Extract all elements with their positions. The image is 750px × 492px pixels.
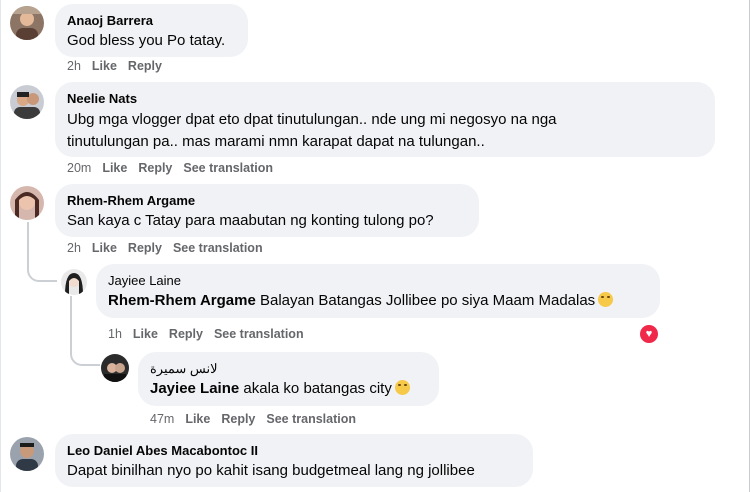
like-button[interactable]: Like: [185, 412, 210, 426]
comment-bubble: Anaoj Barrera God bless you Po tatay.: [55, 4, 248, 57]
avatar-rhem-rhem-argame[interactable]: [10, 186, 44, 220]
avatar-jayiee-laine[interactable]: [61, 269, 87, 295]
reply-bubble: لانس سميرة Jayiee Laine akala ko batanga…: [138, 352, 439, 406]
reply-button[interactable]: Reply: [128, 59, 162, 73]
comment-time[interactable]: 47m: [150, 412, 174, 426]
mention-link[interactable]: Jayiee Laine: [150, 380, 239, 397]
comment-bubble: Neelie Nats Ubg mga vlogger dpat eto dpa…: [55, 82, 715, 157]
mention-link[interactable]: Rhem-Rhem Argame: [108, 292, 256, 309]
comment-author[interactable]: Leo Daniel Abes Macabontoc II: [67, 442, 521, 459]
comment-time[interactable]: 1h: [108, 327, 122, 341]
comment-author[interactable]: Anaoj Barrera: [67, 12, 236, 29]
comment-time[interactable]: 20m: [67, 161, 91, 175]
avatar-leo-daniel[interactable]: [10, 437, 44, 471]
reply-button[interactable]: Reply: [169, 327, 203, 341]
heart-reaction-icon[interactable]: ♥: [640, 325, 658, 343]
smile-emoji-icon: [598, 292, 614, 307]
comment-text-body: akala ko batangas city: [239, 380, 392, 397]
see-translation-link[interactable]: See translation: [266, 412, 356, 426]
comment-author[interactable]: Neelie Nats: [67, 90, 703, 107]
see-translation-link[interactable]: See translation: [183, 161, 273, 175]
comment-text: Dapat binilhan nyo po kahit isang budget…: [67, 462, 475, 479]
avatar-anaoj-barrera[interactable]: [10, 6, 44, 40]
comment-time[interactable]: 2h: [67, 241, 81, 255]
comment-actions: 47m Like Reply See translation: [150, 412, 367, 426]
reply-bubble: Jayiee Laine Rhem-Rhem Argame Balayan Ba…: [96, 264, 660, 318]
comment-text-line: tinutulungan pa.. mas marami nmn karapat…: [67, 133, 485, 150]
like-button[interactable]: Like: [92, 241, 117, 255]
comment-text-body: Balayan Batangas Jollibee po siya Maam M…: [255, 292, 596, 309]
reply-button[interactable]: Reply: [138, 161, 172, 175]
avatar-neelie-nats[interactable]: [10, 85, 44, 119]
comment-text: San kaya c Tatay para maabutan ng kontin…: [67, 212, 434, 229]
comment-text: God bless you Po tatay.: [67, 32, 226, 49]
reply-thread-line: [27, 222, 57, 282]
comment-time[interactable]: 2h: [67, 59, 81, 73]
comment-bubble: Leo Daniel Abes Macabontoc II Dapat bini…: [55, 434, 533, 487]
comment-bubble: Rhem-Rhem Argame San kaya c Tatay para m…: [55, 184, 479, 237]
like-button[interactable]: Like: [92, 59, 117, 73]
comment-actions: 1h Like Reply See translation: [108, 327, 315, 341]
see-translation-link[interactable]: See translation: [173, 241, 263, 255]
avatar-lance-samira[interactable]: [101, 354, 129, 382]
comment-text-line: Ubg mga vlogger dpat eto dpat tinutulung…: [67, 111, 557, 128]
comment-author[interactable]: لانس سميرة: [150, 360, 427, 377]
comment-author[interactable]: Jayiee Laine: [108, 272, 648, 289]
sad-emoji-icon: [394, 380, 410, 395]
reply-button[interactable]: Reply: [221, 412, 255, 426]
like-button[interactable]: Like: [133, 327, 158, 341]
comments-panel: Anaoj Barrera God bless you Po tatay. 2h…: [0, 0, 750, 492]
comment-author[interactable]: Rhem-Rhem Argame: [67, 192, 467, 209]
reply-thread-line: [70, 296, 100, 366]
comment-text: Rhem-Rhem Argame Balayan Batangas Jollib…: [108, 291, 648, 311]
see-translation-link[interactable]: See translation: [214, 327, 304, 341]
comment-actions: 20m Like Reply See translation: [67, 161, 284, 175]
reply-button[interactable]: Reply: [128, 241, 162, 255]
like-button[interactable]: Like: [102, 161, 127, 175]
comment-actions: 2h Like Reply: [67, 59, 173, 73]
comment-actions: 2h Like Reply See translation: [67, 241, 274, 255]
comment-text: Jayiee Laine akala ko batangas city: [150, 379, 427, 399]
